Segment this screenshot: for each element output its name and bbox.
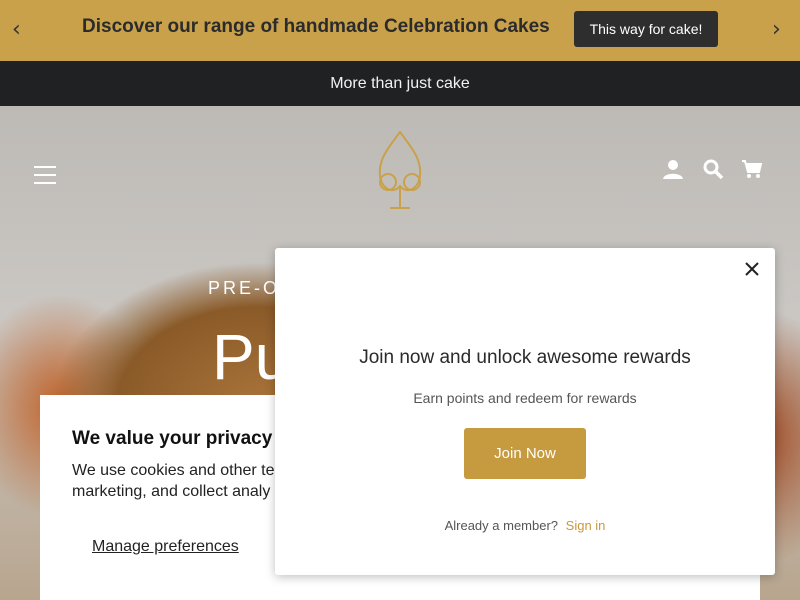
member-prompt: Already a member? [444,518,559,533]
tagline-bar: More than just cake [0,61,800,106]
menu-icon[interactable] [34,166,56,190]
rewards-subtext: Earn points and redeem for rewards [413,390,637,406]
cart-icon[interactable] [741,158,763,180]
cake-cta-button[interactable]: This way for cake! [574,11,718,47]
close-icon[interactable] [744,261,760,277]
rewards-popup: Join now and unlock awesome rewards Earn… [275,248,775,575]
search-icon[interactable] [702,158,724,180]
rewards-headline: Join now and unlock awesome rewards [359,347,691,368]
manage-preferences-link[interactable]: Manage preferences [92,538,239,556]
announcement-message: Discover our range of handmade Celebrati… [82,16,550,37]
chevron-right-icon[interactable]: › [772,19,781,41]
logo[interactable] [358,128,442,214]
chevron-left-icon[interactable]: ‹ [12,19,21,41]
cookie-title: We value your privacy [72,428,273,449]
join-now-button[interactable]: Join Now [464,428,586,479]
announcement-bar: ‹ Discover our range of handmade Celebra… [0,0,800,61]
sign-in-link[interactable]: Sign in [566,518,606,533]
account-icon[interactable] [662,158,684,180]
member-prompt-row: Already a member? Sign in [275,518,775,533]
